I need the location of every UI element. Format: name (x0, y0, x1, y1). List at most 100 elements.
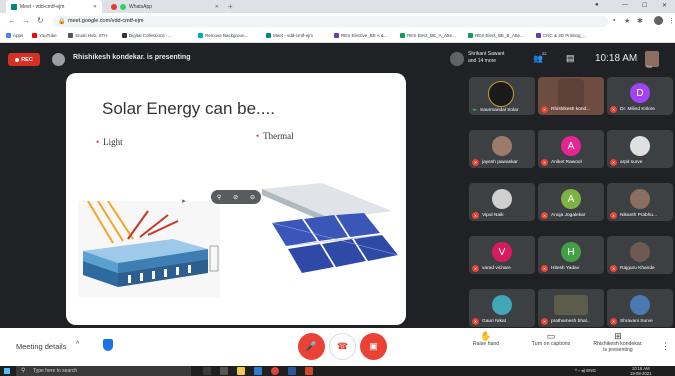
participant-tile[interactable]: ✕ Rhishikesh kond... (538, 77, 604, 115)
mic-off-icon: ✕ (472, 265, 479, 272)
cortana-icon[interactable] (203, 367, 211, 375)
camera-icon[interactable]: ▪ (613, 17, 615, 24)
camera-off-icon: ▣ (369, 341, 378, 351)
back-icon[interactable]: ← (8, 16, 16, 25)
slide-title: Solar Energy can be.... (102, 99, 275, 118)
slide-overlay-controls[interactable]: ⚲ ⊘ ⊖ (211, 190, 261, 204)
chat-icon[interactable]: ▤ (566, 53, 575, 64)
bookmark-item[interactable]: Remove Backgroun... (198, 33, 248, 38)
speaking-icon: ◂▸ (472, 107, 478, 113)
bookmark-item[interactable]: Srusti Hub, STH (68, 33, 108, 38)
windows-start-icon[interactable] (4, 368, 10, 374)
camera-toggle-button[interactable]: ▣ (360, 333, 387, 360)
participant-tile[interactable]: ✕ Shravani Surve (607, 289, 673, 327)
close-icon[interactable]: ✕ (93, 4, 97, 10)
mic-off-icon: ✕ (541, 212, 548, 219)
bookmark-item[interactable]: Digital Collections -... (122, 33, 171, 38)
participant-tile[interactable]: A ✕ Aniket Rawool (538, 130, 604, 168)
people-count: 22 (542, 51, 547, 56)
task-view-icon[interactable] (220, 367, 228, 375)
mute-presenter-icon[interactable]: ⊘ (233, 194, 238, 201)
participant-tile[interactable]: ✕ arpit surve (607, 130, 673, 168)
meeting-details-button[interactable]: Meeting details (16, 342, 66, 351)
tab-meet[interactable]: Meet - vdd-cmtf-ejm ✕ (6, 0, 102, 13)
self-view-label: You (646, 65, 652, 69)
presenting-button[interactable]: ⊞ Rhishikesh kondekar. is presenting (588, 332, 648, 354)
participant-avatar (492, 136, 512, 156)
bookmark-item[interactable]: RES Elective_BE A &... (334, 33, 388, 38)
mouse-cursor-icon: ➤ (181, 199, 187, 205)
chrome-icon[interactable] (271, 367, 279, 375)
search-icon: ⚲ (21, 368, 26, 374)
participant-tile[interactable]: ✕ jayesh pawaskar (469, 130, 535, 168)
bookmark-item[interactable]: Meet - vdd-cmtf-ejm (266, 33, 313, 38)
window-close-icon[interactable]: ✕ (662, 2, 667, 9)
shared-slide: Solar Energy can be.... • Light • Thermal (66, 73, 406, 325)
hand-icon: ✋ (480, 331, 492, 341)
participant-avatar (492, 295, 512, 315)
shield-icon[interactable] (103, 339, 113, 351)
captions-button[interactable]: ▭ Turn on captions (521, 332, 581, 348)
pin-icon[interactable]: ⚲ (217, 194, 221, 201)
slide-bullet-thermal: • Thermal (256, 131, 294, 141)
others-avatar (450, 52, 464, 66)
mic-off-icon: ✕ (610, 106, 617, 113)
participant-tile[interactable]: ✕ Nikanth Prabhu... (607, 183, 673, 221)
new-tab-button[interactable]: + (228, 2, 233, 11)
tab-title: Meet - vdd-cmtf-ejm (20, 3, 65, 10)
leave-call-button[interactable]: ☎ (329, 333, 356, 360)
url-bar[interactable]: 🔒 meet.google.com/vdd-cmtf-ejm (53, 16, 608, 27)
bookmark-item[interactable]: Apps (6, 33, 23, 38)
participant-avatar: D (630, 83, 650, 103)
remove-icon[interactable]: ⊖ (250, 194, 255, 201)
bookmark-item[interactable]: RES Elect_BE_B_Atte... (468, 33, 524, 38)
participant-tile[interactable]: ✕ Gauri Nikat (469, 289, 535, 327)
mic-off-icon: ✕ (541, 265, 548, 272)
star-icon[interactable]: ★ (624, 17, 630, 25)
extensions-icon[interactable]: ✱ (637, 17, 643, 25)
system-tray[interactable]: ^ ▫ ◂) ENG (575, 368, 596, 374)
bookmark-item[interactable]: YouTube (32, 33, 57, 38)
mic-off-icon: ✕ (541, 318, 548, 325)
chevron-up-icon[interactable]: ^ (76, 341, 79, 348)
participant-tile[interactable]: ✕ prathamesh bhal... (538, 289, 604, 327)
more-options-icon[interactable]: ⋮ (661, 341, 670, 352)
participant-tile[interactable]: V ✕ varad vichare (469, 236, 535, 274)
minimize-icon[interactable]: — (622, 2, 628, 8)
solar-logo-avatar (488, 81, 514, 107)
powerpoint-icon[interactable] (305, 367, 313, 375)
word-icon[interactable] (288, 367, 296, 375)
bookmark-item[interactable]: RES Elect_BE_A_Atte... (400, 33, 456, 38)
others-label: Shrikant Sawant and 14 more (468, 51, 505, 64)
taskbar-clock[interactable]: 10:18 AM 19-08-2021 (630, 366, 651, 376)
menu-icon[interactable]: ⋮ (668, 17, 675, 25)
participant-tile[interactable]: ✕ Rajguru Khande (607, 236, 673, 274)
participant-tile[interactable]: ◂▸ Saurmandal Solar (469, 77, 535, 115)
participant-tile[interactable]: D ✕ Dr. Milind Kirkire (607, 77, 673, 115)
file-explorer-icon[interactable] (237, 367, 245, 375)
bookmarks-bar: Apps YouTube Srusti Hub, STH Digital Col… (0, 30, 675, 43)
meeting-clock: 10:18 AM (595, 53, 638, 64)
taskbar-search[interactable]: ⚲ Type here to search (16, 366, 191, 376)
mic-toggle-button[interactable]: 🎤 (298, 333, 325, 360)
profile-avatar[interactable] (654, 16, 663, 25)
mic-off-icon: ✕ (610, 159, 617, 166)
hang-up-icon: ☎ (336, 341, 349, 351)
participant-tile[interactable]: H ✕ Hitesh Yadav (538, 236, 604, 274)
screen: Meet - vdd-cmtf-ejm ✕ WhatsApp ✕ + ● — ☐… (0, 0, 675, 376)
record-dot-icon (15, 57, 20, 62)
participant-avatar: V (492, 242, 512, 262)
reload-icon[interactable]: ↻ (37, 16, 44, 25)
forward-icon[interactable]: → (22, 16, 30, 25)
bookmark-item[interactable]: CNC & 3D Printing_... (536, 33, 587, 38)
tab-whatsapp[interactable]: WhatsApp ✕ (106, 0, 224, 13)
participant-tile[interactable]: ✕ Vipul Naik (469, 183, 535, 221)
participant-tile[interactable]: A ✕ Anuja Jogalekar (538, 183, 604, 221)
lock-icon: 🔒 (58, 19, 66, 25)
close-icon[interactable]: ✕ (215, 4, 219, 10)
solar-panel-illustration (262, 183, 399, 273)
maximize-icon[interactable]: ☐ (642, 2, 647, 9)
store-icon[interactable] (254, 367, 262, 375)
participant-avatar (492, 189, 512, 209)
raise-hand-button[interactable]: ✋ Raise hand (456, 331, 516, 348)
